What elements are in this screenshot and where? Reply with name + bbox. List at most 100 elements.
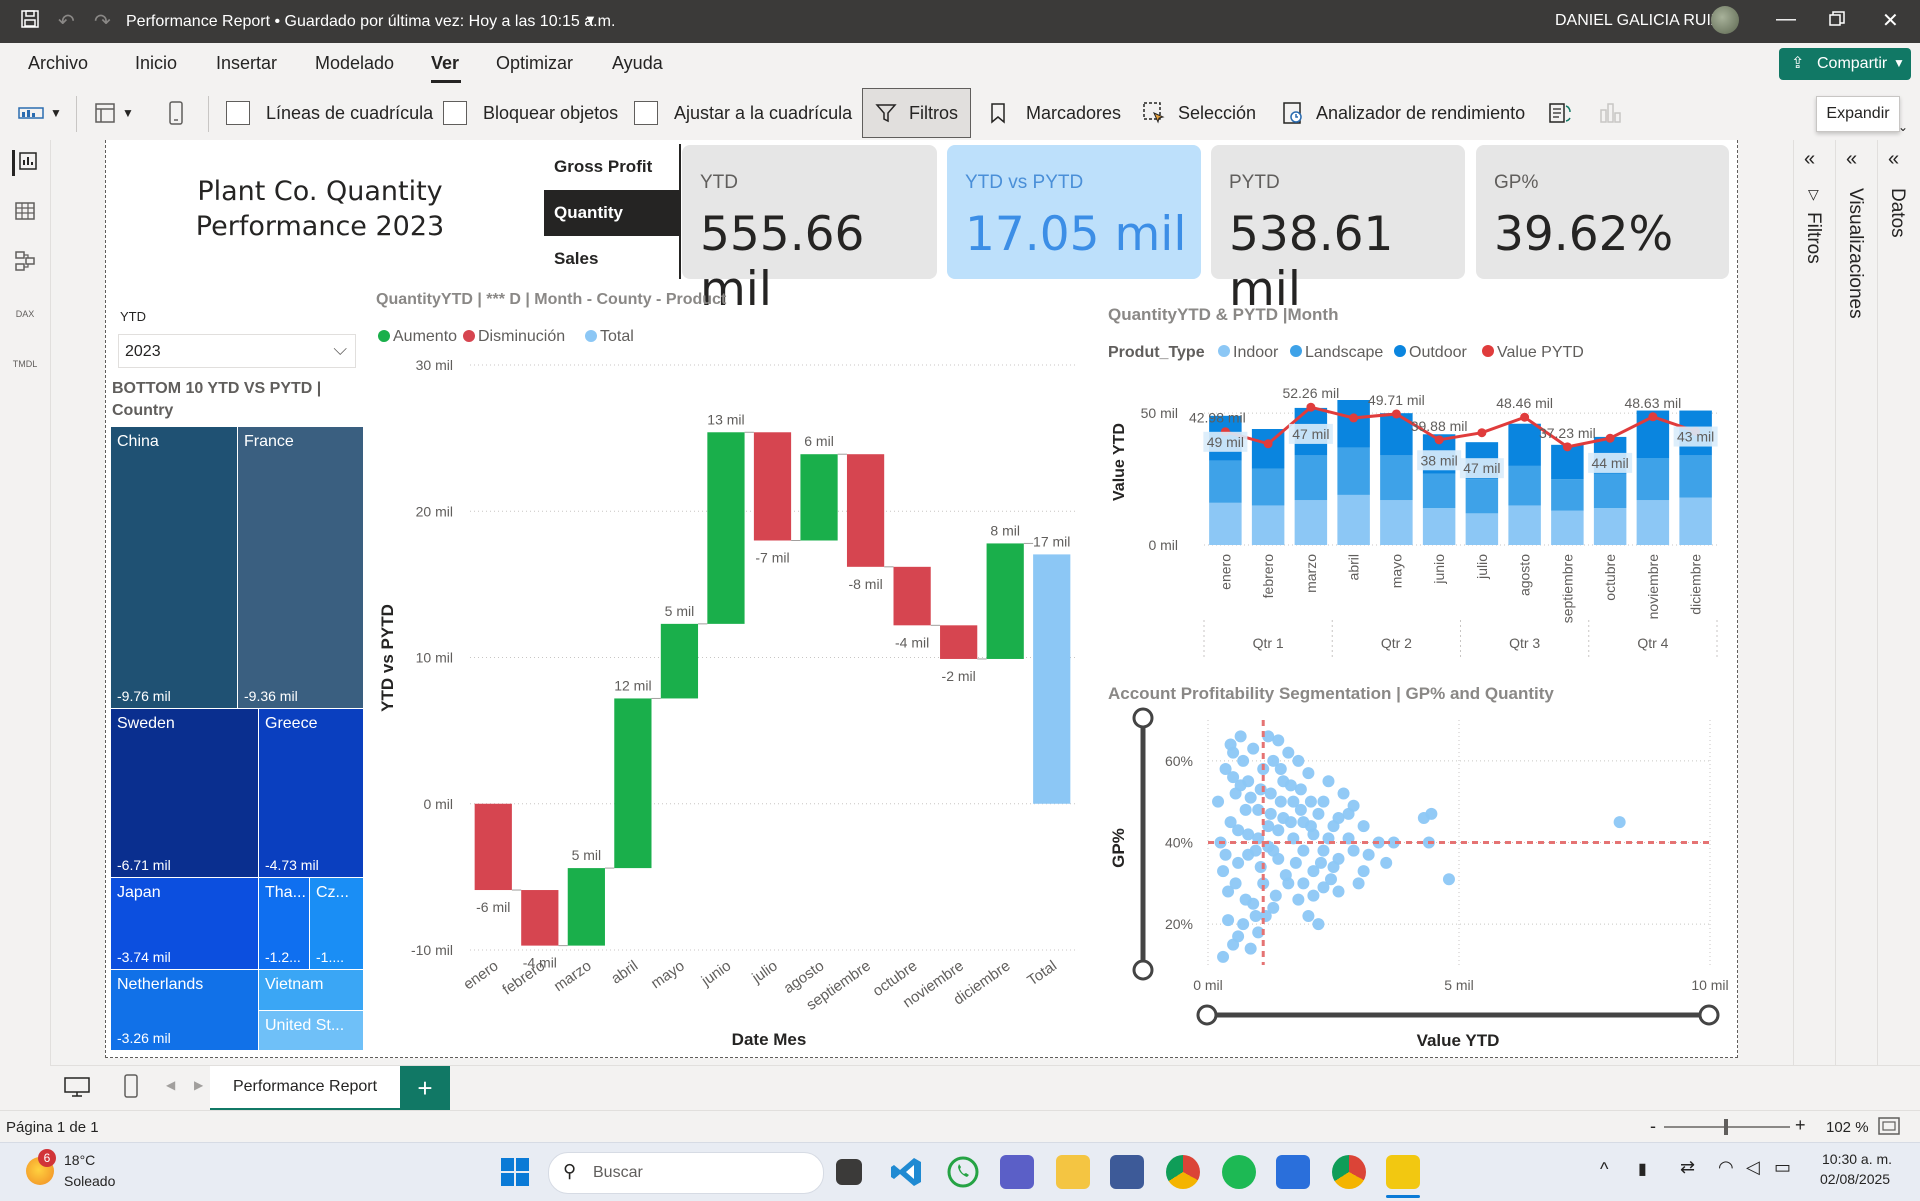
- chrome-profile-icon[interactable]: [1332, 1155, 1366, 1189]
- legend-label[interactable]: Disminución: [478, 328, 565, 345]
- legend-label[interactable]: Total: [600, 328, 634, 345]
- scatter-y-zoom-handle-top[interactable]: [1132, 707, 1154, 729]
- scatter-point[interactable]: [1237, 918, 1250, 931]
- combo-bar-segment[interactable]: [1551, 479, 1584, 511]
- combo-bar-segment[interactable]: [1593, 473, 1627, 509]
- settings-sliders-icon[interactable]: ⇄: [1680, 1157, 1695, 1178]
- zoom-in-icon[interactable]: +: [1795, 1115, 1806, 1136]
- scatter-point[interactable]: [1312, 807, 1325, 820]
- taskbar-search[interactable]: ⚲ Buscar: [548, 1152, 824, 1194]
- scatter-point[interactable]: [1304, 820, 1317, 833]
- spotify-icon[interactable]: [1222, 1155, 1256, 1189]
- combo-bar-segment[interactable]: [1465, 479, 1499, 514]
- scatter-point[interactable]: [1217, 950, 1230, 963]
- pytd-point[interactable]: [1477, 428, 1487, 438]
- scatter-point[interactable]: [1327, 861, 1340, 873]
- prev-page-icon[interactable]: ◀: [166, 1078, 175, 1092]
- pytd-point[interactable]: [1434, 435, 1444, 445]
- combo-bar-segment[interactable]: [1294, 455, 1328, 501]
- page-tab-performance-report[interactable]: Performance Report: [210, 1066, 400, 1111]
- combo-bar-segment[interactable]: [1422, 508, 1456, 545]
- scatter-point[interactable]: [1297, 877, 1310, 890]
- scatter-point[interactable]: [1289, 856, 1302, 869]
- scatter-point[interactable]: [1324, 873, 1337, 886]
- scatter-point[interactable]: [1342, 807, 1355, 820]
- scatter-point[interactable]: [1357, 820, 1370, 833]
- waterfall-bar[interactable]: [567, 868, 605, 946]
- pytd-point[interactable]: [1263, 439, 1273, 449]
- scatter-point[interactable]: [1222, 914, 1235, 927]
- scatter-x-zoom-handle-right[interactable]: [1698, 1004, 1720, 1026]
- scatter-point[interactable]: [1217, 865, 1230, 878]
- windows-start-icon[interactable]: [500, 1157, 530, 1192]
- scatter-point[interactable]: [1272, 852, 1285, 865]
- chevron-up-icon[interactable]: ^: [1600, 1159, 1608, 1180]
- waterfall-bar[interactable]: [660, 623, 699, 699]
- combo-bar-segment[interactable]: [1636, 500, 1670, 545]
- whatsapp-icon[interactable]: [946, 1155, 980, 1189]
- scatter-point[interactable]: [1239, 893, 1252, 906]
- combo-bar-segment[interactable]: [1508, 465, 1541, 506]
- scatter-point[interactable]: [1284, 779, 1297, 792]
- scatter-point[interactable]: [1380, 856, 1393, 869]
- vscode-icon[interactable]: [890, 1155, 924, 1189]
- file-explorer-icon[interactable]: [1056, 1155, 1090, 1189]
- scatter-point[interactable]: [1244, 791, 1257, 804]
- next-page-icon[interactable]: ▶: [194, 1078, 203, 1092]
- scatter-point[interactable]: [1292, 893, 1305, 906]
- scatter-point[interactable]: [1312, 918, 1325, 931]
- waterfall-bar[interactable]: [753, 432, 792, 541]
- legend-label[interactable]: Indoor: [1233, 344, 1279, 361]
- scatter-point[interactable]: [1317, 795, 1330, 808]
- scatter-y-zoom-handle-bottom[interactable]: [1132, 959, 1154, 981]
- combo-bar-segment[interactable]: [1551, 510, 1584, 545]
- combo-bar-segment[interactable]: [1251, 505, 1285, 545]
- combo-bar-segment[interactable]: [1380, 500, 1413, 545]
- waterfall-bar[interactable]: [846, 454, 885, 567]
- combo-bar-segment[interactable]: [1337, 447, 1370, 495]
- scatter-point[interactable]: [1297, 844, 1310, 857]
- combo-bar-segment[interactable]: [1294, 500, 1328, 545]
- waterfall-bar[interactable]: [474, 803, 512, 891]
- legend-label[interactable]: Outdoor: [1409, 344, 1467, 361]
- clock-time[interactable]: 10:30 a. m.: [1822, 1151, 1892, 1167]
- clock-date[interactable]: 02/08/2025: [1820, 1171, 1890, 1187]
- mail-app-icon[interactable]: [1110, 1155, 1144, 1189]
- scatter-point[interactable]: [1279, 869, 1292, 882]
- scatter-point[interactable]: [1232, 824, 1245, 837]
- waterfall-bar[interactable]: [521, 890, 559, 946]
- pytd-point[interactable]: [1391, 409, 1401, 419]
- scatter-point[interactable]: [1212, 795, 1225, 808]
- scatter-point[interactable]: [1304, 795, 1317, 808]
- scatter-point[interactable]: [1247, 742, 1260, 755]
- pytd-point[interactable]: [1520, 412, 1530, 422]
- combo-bar-segment[interactable]: [1422, 473, 1456, 509]
- scatter-point[interactable]: [1317, 844, 1330, 857]
- scatter-point[interactable]: [1352, 877, 1365, 890]
- scatter-point[interactable]: [1294, 803, 1307, 816]
- scatter-point[interactable]: [1254, 783, 1267, 796]
- combo-bar-segment[interactable]: [1337, 494, 1370, 545]
- power-bi-icon[interactable]: [1386, 1155, 1420, 1189]
- scatter-point[interactable]: [1224, 738, 1237, 751]
- combo-bar-segment[interactable]: [1593, 508, 1627, 545]
- scatter-point[interactable]: [1337, 787, 1350, 800]
- scatter-point[interactable]: [1242, 848, 1255, 861]
- scatter-point[interactable]: [1244, 942, 1257, 955]
- waterfall-bar[interactable]: [707, 432, 745, 624]
- pytd-point[interactable]: [1562, 442, 1572, 452]
- zoom-slider-thumb[interactable]: [1724, 1119, 1728, 1135]
- scatter-point[interactable]: [1302, 910, 1315, 922]
- scatter-point[interactable]: [1302, 767, 1315, 780]
- waterfall-bar[interactable]: [986, 543, 1024, 659]
- scatter-point[interactable]: [1284, 816, 1297, 829]
- combo-bar-segment[interactable]: [1380, 455, 1413, 501]
- combo-bar-segment[interactable]: [1679, 455, 1712, 498]
- waterfall-bar[interactable]: [614, 698, 652, 869]
- scatter-point[interactable]: [1357, 865, 1370, 878]
- scatter-x-zoom-handle-left[interactable]: [1196, 1004, 1218, 1026]
- scatter-point[interactable]: [1234, 779, 1247, 792]
- combo-bar-segment[interactable]: [1636, 458, 1670, 501]
- battery-icon[interactable]: ▭: [1774, 1157, 1791, 1178]
- waterfall-bar[interactable]: [940, 625, 978, 659]
